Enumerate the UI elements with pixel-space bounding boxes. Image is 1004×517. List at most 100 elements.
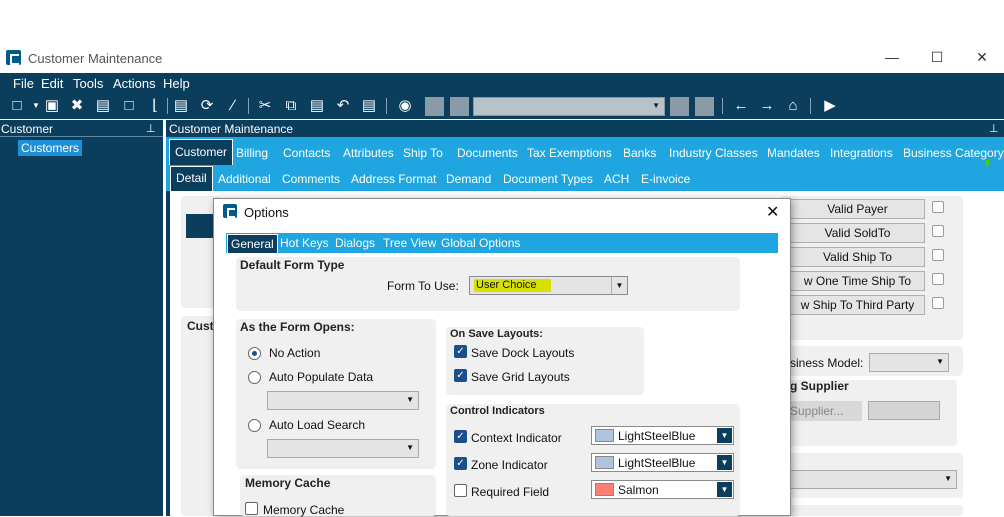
third-party-checkbox[interactable] <box>932 297 944 309</box>
business-model-select[interactable]: ▼ <box>869 353 949 372</box>
context-indicator-label: Context Indicator <box>471 431 562 445</box>
last-record-icon[interactable] <box>695 97 714 116</box>
supplier-field[interactable] <box>868 401 940 420</box>
copy-icon[interactable]: ⧉ <box>282 97 300 115</box>
new-icon[interactable]: □ <box>8 97 26 115</box>
menu-tools[interactable]: Tools <box>73 76 103 91</box>
zone-indicator-checkbox[interactable]: ✓ <box>454 457 467 470</box>
menu-edit[interactable]: Edit <box>41 76 63 91</box>
pin-icon[interactable]: ⊥ <box>146 122 156 135</box>
chevron-down-icon: ▼ <box>936 357 944 366</box>
tab-contacts[interactable]: Contacts <box>283 146 330 160</box>
forward-icon[interactable]: → <box>758 97 776 115</box>
background-select[interactable]: ▼ <box>786 470 957 489</box>
chevron-down-icon: ▼ <box>652 101 660 110</box>
context-indicator-checkbox[interactable]: ✓ <box>454 430 467 443</box>
save-dock-layouts-checkbox[interactable]: ✓ <box>454 345 467 358</box>
tab-customer[interactable]: Customer <box>169 139 234 165</box>
pen-icon[interactable]: ⌊ <box>146 97 164 115</box>
cut-icon[interactable]: ✂ <box>256 97 274 115</box>
play-icon[interactable]: ▶ <box>821 97 839 115</box>
next-record-icon[interactable] <box>670 97 689 116</box>
binoculars-icon[interactable]: ◉ <box>396 97 414 115</box>
clear-icon[interactable]: ▤ <box>172 97 190 115</box>
clipboard-icon[interactable]: ▤ <box>360 97 378 115</box>
tree-item-customers[interactable]: Customers <box>18 140 83 156</box>
required-field-color-select[interactable]: Salmon ▼ <box>591 480 734 499</box>
tab-ship-to[interactable]: Ship To <box>403 146 443 160</box>
one-time-ship-to-checkbox[interactable] <box>932 273 944 285</box>
tab-global-options[interactable]: Global Options <box>441 236 520 250</box>
pin-icon[interactable]: ⊥ <box>989 122 999 135</box>
back-icon[interactable]: ← <box>732 97 750 115</box>
tab-billing[interactable]: Billing <box>236 146 268 160</box>
close-window-icon[interactable]: ✕ <box>972 49 992 65</box>
context-indicator-color-select[interactable]: LightSteelBlue ▼ <box>591 426 734 445</box>
supplier-button[interactable]: Supplier... <box>786 401 862 421</box>
menu-help[interactable]: Help <box>163 76 190 91</box>
auto-load-search-radio[interactable] <box>248 419 261 432</box>
no-action-radio[interactable] <box>248 347 261 360</box>
record-navigator-combo[interactable]: ▼ <box>473 97 665 116</box>
chevron-down-icon: ▼ <box>717 482 732 497</box>
toolbar-separator <box>167 98 168 114</box>
menu-file[interactable]: File <box>13 76 34 91</box>
menu-actions[interactable]: Actions <box>113 76 156 91</box>
first-record-icon[interactable] <box>425 97 444 116</box>
note-icon[interactable]: □ <box>120 97 138 115</box>
tab-e-invoice[interactable]: E-invoice <box>641 172 690 186</box>
close-icon[interactable]: ✕ <box>766 202 779 222</box>
memory-cache-title: Memory Cache <box>245 476 331 490</box>
book-icon[interactable]: ▤ <box>94 97 112 115</box>
tab-business-category[interactable]: Business Category <box>903 146 1004 160</box>
save-grid-layouts-checkbox[interactable]: ✓ <box>454 369 467 382</box>
toolbar-separator <box>386 98 387 114</box>
minimize-icon[interactable]: — <box>882 49 902 65</box>
valid-ship-to-button[interactable]: Valid Ship To <box>790 247 925 267</box>
valid-payer-button[interactable]: Valid Payer <box>790 199 925 219</box>
form-to-use-select[interactable]: User Choice ▼ <box>469 276 628 295</box>
tab-tree-view[interactable]: Tree View <box>383 236 436 250</box>
tab-banks[interactable]: Banks <box>623 146 656 160</box>
tab-comments[interactable]: Comments <box>282 172 340 186</box>
auto-populate-select[interactable]: ▼ <box>267 391 419 410</box>
tab-dialogs[interactable]: Dialogs <box>335 236 375 250</box>
previous-record-icon[interactable] <box>450 97 469 116</box>
valid-soldto-button[interactable]: Valid SoldTo <box>790 223 925 243</box>
save-icon[interactable]: ▣ <box>43 97 61 115</box>
auto-load-search-select[interactable]: ▼ <box>267 439 419 458</box>
auto-populate-radio[interactable] <box>248 371 261 384</box>
tab-tax-exemptions[interactable]: Tax Exemptions <box>527 146 612 160</box>
main-pane-title: Customer Maintenance <box>169 122 294 136</box>
one-time-ship-to-button[interactable]: w One Time Ship To <box>790 271 925 291</box>
tab-detail[interactable]: Detail <box>170 166 213 191</box>
tab-demand[interactable]: Demand <box>446 172 491 186</box>
zone-indicator-color-select[interactable]: LightSteelBlue ▼ <box>591 453 734 472</box>
undo-icon[interactable]: ↶ <box>334 97 352 115</box>
ship-to-third-party-button[interactable]: w Ship To Third Party <box>790 295 925 315</box>
maximize-icon[interactable]: ☐ <box>927 49 947 65</box>
home-icon[interactable]: ⌂ <box>784 97 802 115</box>
tab-address-format[interactable]: Address Format <box>351 172 436 186</box>
color-swatch <box>595 429 614 442</box>
broom-icon[interactable]: ∕ <box>224 97 242 115</box>
delete-icon[interactable]: ✖ <box>68 97 86 115</box>
tab-general[interactable]: General <box>227 234 278 253</box>
tab-integrations[interactable]: Integrations <box>830 146 893 160</box>
tab-document-types[interactable]: Document Types <box>503 172 593 186</box>
paste-icon[interactable]: ▤ <box>308 97 326 115</box>
required-field-label: Required Field <box>471 485 550 499</box>
tab-hot-keys[interactable]: Hot Keys <box>280 236 329 250</box>
valid-payer-checkbox[interactable] <box>932 201 944 213</box>
tab-mandates[interactable]: Mandates <box>767 146 820 160</box>
tab-industry-classes[interactable]: Industry Classes <box>669 146 758 160</box>
tab-ach[interactable]: ACH <box>604 172 629 186</box>
valid-ship-to-checkbox[interactable] <box>932 249 944 261</box>
tab-attributes[interactable]: Attributes <box>343 146 394 160</box>
required-field-checkbox[interactable] <box>454 484 467 497</box>
memory-cache-checkbox[interactable] <box>245 502 258 515</box>
tab-additional[interactable]: Additional <box>218 172 271 186</box>
refresh-icon[interactable]: ⟳ <box>198 97 216 115</box>
tab-documents[interactable]: Documents <box>457 146 518 160</box>
valid-soldto-checkbox[interactable] <box>932 225 944 237</box>
